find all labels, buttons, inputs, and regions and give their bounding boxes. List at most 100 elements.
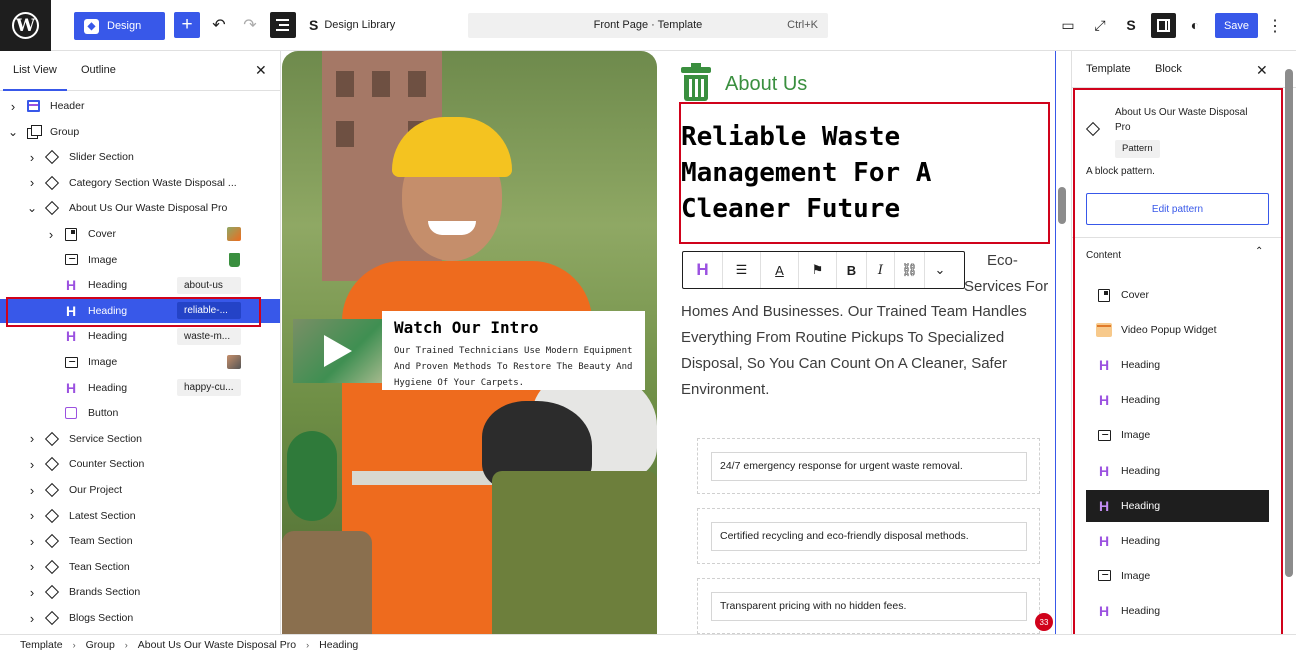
wordpress-logo-button[interactable]: W — [0, 0, 51, 51]
styles-button[interactable]: ◐ — [1183, 13, 1207, 37]
video-thumbnail[interactable] — [293, 319, 382, 383]
list-view-item[interactable]: › Blogs Section — [0, 606, 280, 630]
chevron-right-icon[interactable]: › — [8, 99, 18, 114]
settings-toggle-button[interactable] — [1151, 13, 1176, 38]
list-view-item[interactable]: › Tean Section — [0, 555, 280, 579]
text-color-button[interactable]: A — [761, 252, 799, 288]
list-view-item[interactable]: › Team Section — [0, 529, 280, 553]
tab-block[interactable]: Block — [1145, 63, 1192, 90]
list-view-toggle-button[interactable] — [270, 12, 296, 38]
list-view-item[interactable]: › Latest Section — [0, 504, 280, 528]
device-preview-button[interactable]: ▭ — [1056, 13, 1080, 37]
anchor-button[interactable]: ⚑ — [799, 252, 837, 288]
trash-lid — [681, 67, 711, 73]
feature-text[interactable]: 24/7 emergency response for urgent waste… — [711, 452, 1027, 481]
chevron-right-icon[interactable]: › — [27, 150, 37, 165]
content-item[interactable]: H Heading — [1086, 384, 1269, 416]
breadcrumb-item[interactable]: Template — [20, 639, 63, 651]
content-item[interactable]: H Heading — [1086, 489, 1269, 522]
feature-text[interactable]: Certified recycling and eco-friendly dis… — [711, 522, 1027, 551]
content-item-label: Image — [1121, 569, 1151, 582]
chevron-right-icon[interactable]: › — [27, 483, 37, 498]
content-item-label: Heading — [1121, 534, 1161, 547]
list-view-item[interactable]: ⌄ Group — [0, 120, 280, 144]
list-view-item[interactable]: ⌄ About Us Our Waste Disposal Pro — [0, 196, 280, 220]
content-item[interactable]: Cover — [1086, 279, 1269, 311]
chevron-right-icon[interactable]: › — [27, 457, 37, 472]
edit-pattern-button[interactable]: Edit pattern — [1086, 193, 1269, 225]
list-view-item-label: Button — [88, 407, 119, 420]
list-view-item[interactable]: Image — [0, 350, 280, 374]
save-button[interactable]: Save — [1215, 13, 1258, 38]
chevron-down-icon[interactable]: ⌄ — [8, 125, 18, 139]
chevron-right-icon[interactable]: › — [46, 227, 56, 242]
content-item[interactable]: Image — [1086, 560, 1269, 592]
list-view-item[interactable]: H Heading happy-cu... — [0, 376, 280, 400]
chevron-right-icon[interactable]: › — [27, 585, 37, 600]
pattern-icon — [44, 508, 60, 524]
content-item[interactable]: H Heading — [1086, 455, 1269, 487]
close-sidebar-icon[interactable]: ✕ — [1256, 62, 1268, 79]
notification-badge[interactable]: 33 — [1035, 613, 1053, 631]
worker-cover-image[interactable]: Watch Our Intro Our Trained Technicians … — [282, 51, 657, 634]
list-view-item[interactable]: › Counter Section — [0, 452, 280, 476]
list-view-item[interactable]: › Our Project — [0, 478, 280, 502]
redo-button[interactable]: ↷ — [238, 13, 262, 37]
align-button[interactable]: ☰ — [723, 252, 761, 288]
design-library-button[interactable]: S Design Library — [309, 17, 395, 33]
bold-button[interactable]: B — [837, 252, 867, 288]
chevron-up-icon[interactable]: ⌃ — [1255, 246, 1263, 257]
block-type-button[interactable]: H — [683, 252, 723, 288]
editor-top-bar: W ◆ Design + ↶ ↷ S Design Library Front … — [0, 0, 1296, 51]
chevron-right-icon[interactable]: › — [27, 534, 37, 549]
command-palette-button[interactable]: Front Page · Template Ctrl+K — [468, 13, 828, 38]
breadcrumb-item[interactable]: Heading — [319, 639, 358, 651]
chevron-right-icon[interactable]: › — [27, 175, 37, 190]
list-view-item[interactable]: H Heading reliable-... — [0, 298, 280, 323]
content-item[interactable]: H Heading — [1086, 595, 1269, 627]
tab-list-view[interactable]: List View — [3, 64, 67, 91]
tab-outline[interactable]: Outline — [81, 64, 116, 76]
undo-button[interactable]: ↶ — [207, 13, 231, 37]
more-options-button[interactable]: ⌄ — [925, 252, 955, 288]
list-view-item[interactable]: H Heading about-us — [0, 273, 280, 297]
list-view-item[interactable]: › Slider Section — [0, 145, 280, 169]
italic-button[interactable]: I — [867, 252, 895, 288]
list-view-item[interactable]: › Category Section Waste Disposal ... — [0, 171, 280, 195]
design-button[interactable]: ◆ Design — [74, 12, 165, 40]
heading-icon-shape: H — [1098, 532, 1110, 549]
chevron-right-icon[interactable]: › — [27, 431, 37, 446]
content-item-label: Image — [1121, 429, 1151, 442]
content-item[interactable]: Image — [1086, 419, 1269, 451]
breadcrumb-item[interactable]: About Us Our Waste Disposal Pro — [138, 639, 296, 651]
list-view-item[interactable]: Image — [0, 248, 280, 272]
list-view-item[interactable]: › Header — [0, 94, 280, 118]
list-view-item[interactable]: Button — [0, 401, 280, 425]
chevron-right-icon[interactable]: › — [27, 611, 37, 626]
chevron-right-icon[interactable]: › — [27, 559, 37, 574]
chevron-down-icon[interactable]: ⌄ — [27, 201, 37, 215]
tab-template[interactable]: Template — [1086, 63, 1131, 75]
about-us-heading[interactable]: About Us — [725, 73, 807, 96]
canvas-scrollbar[interactable] — [1058, 187, 1066, 224]
spectra-button[interactable]: S — [1119, 13, 1143, 37]
close-list-view-icon[interactable]: ✕ — [255, 62, 267, 79]
list-view-item[interactable]: › Brands Section — [0, 580, 280, 604]
zoom-out-button[interactable]: ⤢ — [1088, 13, 1112, 37]
content-item[interactable]: Video Popup Widget — [1086, 314, 1269, 346]
link-button[interactable]: ⛓ — [895, 252, 925, 288]
breadcrumb-item[interactable]: Group — [86, 639, 115, 651]
content-section-header[interactable]: Content — [1086, 250, 1121, 261]
content-item[interactable]: H Heading — [1086, 525, 1269, 557]
content-item[interactable]: H Heading — [1086, 349, 1269, 381]
editor-canvas[interactable]: Watch Our Intro Our Trained Technicians … — [281, 51, 1071, 634]
sidebar-scrollbar[interactable] — [1285, 69, 1293, 577]
play-icon[interactable] — [324, 335, 352, 367]
add-block-button[interactable]: + — [174, 12, 200, 38]
list-view-item[interactable]: H Heading waste-m... — [0, 324, 280, 348]
list-view-item[interactable]: › Cover — [0, 222, 280, 246]
options-menu-button[interactable]: ⋮ — [1267, 13, 1283, 38]
feature-text[interactable]: Transparent pricing with no hidden fees. — [711, 592, 1027, 621]
list-view-item[interactable]: › Service Section — [0, 427, 280, 451]
chevron-right-icon[interactable]: › — [27, 508, 37, 523]
